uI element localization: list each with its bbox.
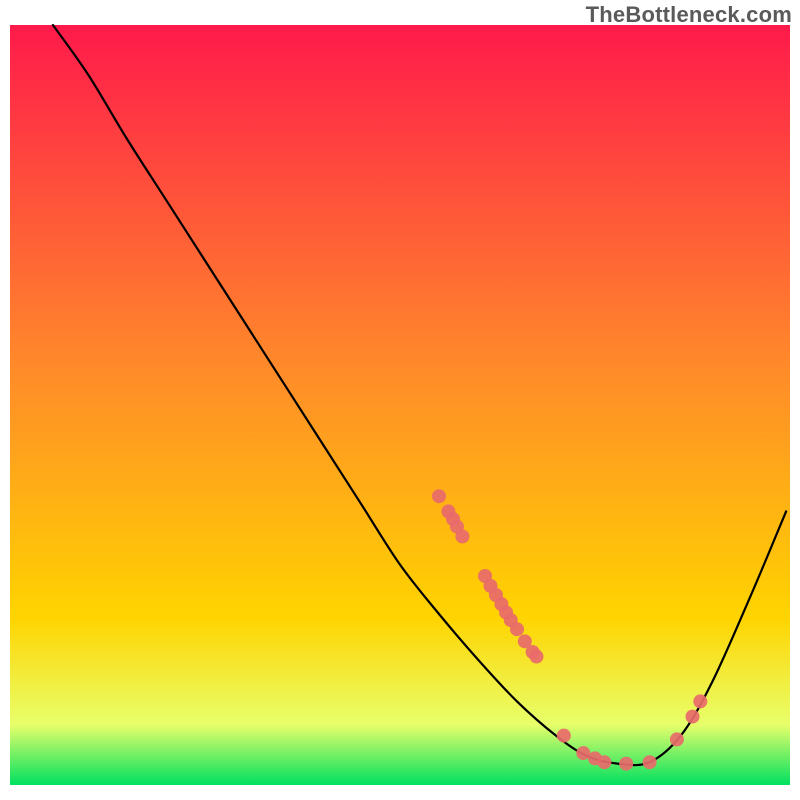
overlay-point [670, 732, 684, 746]
overlay-point [455, 529, 469, 543]
watermark-text: TheBottleneck.com [586, 2, 792, 28]
overlay-point [643, 755, 657, 769]
overlay-point [557, 729, 571, 743]
overlay-point [686, 710, 700, 724]
overlay-point [510, 622, 524, 636]
overlay-point [530, 650, 544, 664]
chart-container: TheBottleneck.com [0, 0, 800, 800]
overlay-point [693, 694, 707, 708]
overlay-point [619, 757, 633, 771]
overlay-point [432, 489, 446, 503]
bottleneck-curve-chart [0, 0, 800, 800]
overlay-point [597, 755, 611, 769]
